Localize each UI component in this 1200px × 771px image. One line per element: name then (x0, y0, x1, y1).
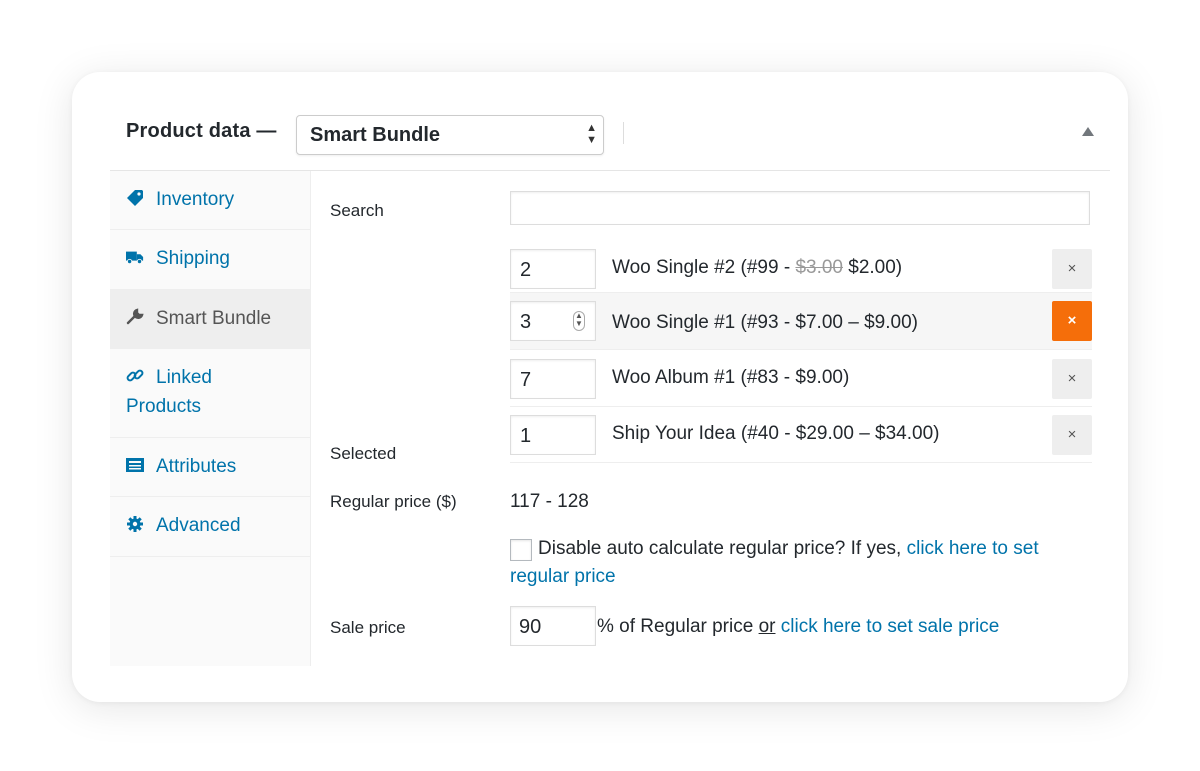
tab-inventory[interactable]: Inventory (110, 171, 310, 230)
tab-linked-products[interactable]: Linked Products (110, 349, 310, 438)
tab-label: Inventory (156, 189, 235, 210)
quantity-input[interactable]: 2 (510, 249, 596, 289)
product-type-select[interactable]: Smart Bundle ▲ ▼ (296, 115, 604, 155)
disable-auto-calc-text: Disable auto calculate regular price? If… (510, 538, 1039, 587)
tab-label: Smart Bundle (156, 308, 272, 329)
list-item: 3 ▲ ▼ Woo Single #1 (#93 - $7.00 – $9.00) … (510, 293, 1092, 349)
remove-item-button[interactable]: × (1052, 359, 1092, 399)
tag-icon (127, 190, 143, 206)
regular-price-label: Regular price ($) (330, 492, 457, 511)
bundle-item-name: Woo Single #1 (#93 - $7.00 – $9.00) (612, 312, 918, 333)
tab-attributes[interactable]: Attributes (110, 438, 310, 497)
quantity-stepper[interactable]: 3 ▲ ▼ (510, 301, 596, 341)
tab-label: Advanced (156, 515, 241, 536)
bundle-item-name: Ship Your Idea (#40 - $29.00 – $34.00) (612, 423, 940, 444)
old-price: $3.00 (795, 257, 843, 278)
list-icon (126, 458, 144, 472)
tab-label: Linked (156, 367, 212, 388)
quantity-input[interactable]: 1 (510, 415, 596, 455)
panel-title: Product data — (126, 120, 277, 142)
row-divider (510, 406, 1092, 407)
tab-label-line2: Products (126, 396, 201, 417)
stepper-arrows-icon[interactable]: ▲ ▼ (573, 311, 585, 331)
bundle-options: Search Selected 2 Woo Single #2 (#99 - $… (330, 171, 1110, 666)
sale-percent-input[interactable]: 90 (510, 606, 596, 646)
tab-shipping[interactable]: Shipping (110, 230, 310, 290)
bundle-item-name: Woo Album #1 (#83 - $9.00) (612, 367, 850, 388)
header-divider (623, 122, 624, 144)
wrench-icon (126, 308, 144, 325)
quantity-input[interactable]: 7 (510, 359, 596, 399)
remove-item-button[interactable]: × (1052, 249, 1092, 289)
panel-header: Product data — Smart Bundle ▲ ▼ (110, 100, 1110, 171)
remove-item-button[interactable]: × (1052, 301, 1092, 341)
selected-label: Selected (330, 444, 397, 463)
search-input[interactable] (510, 191, 1090, 225)
list-item: 7 Woo Album #1 (#83 - $9.00) × (510, 355, 1092, 411)
set-sale-price-link[interactable]: click here to set sale price (781, 616, 1000, 637)
sale-price-text: % of Regular price or click here to set … (597, 616, 1000, 637)
link-icon (126, 369, 144, 382)
regular-price-value: 117 - 128 (510, 491, 589, 512)
gear-icon (127, 516, 143, 532)
truck-icon (126, 251, 144, 265)
product-data-panel: Product data — Smart Bundle ▲ ▼ Inventory… (110, 100, 1110, 666)
select-arrows-icon: ▲ ▼ (586, 122, 597, 146)
tab-label: Shipping (156, 248, 230, 269)
collapse-arrow-icon[interactable] (1082, 127, 1094, 136)
search-label: Search (330, 201, 384, 220)
disable-auto-calc-checkbox[interactable] (510, 539, 532, 561)
bundle-item-name: Woo Single #2 (#99 - $3.00 $2.00) (612, 257, 903, 278)
sale-price-label: Sale price (330, 618, 406, 637)
tab-smart-bundle[interactable]: Smart Bundle (110, 290, 310, 349)
list-item: 1 Ship Your Idea (#40 - $29.00 – $34.00)… (510, 411, 1092, 467)
tab-label: Attributes (156, 456, 237, 477)
product-data-tabs: Inventory Shipping Smart Bundle Linked P… (110, 171, 311, 666)
product-type-value: Smart Bundle (310, 124, 441, 146)
row-divider (510, 462, 1092, 463)
remove-item-button[interactable]: × (1052, 415, 1092, 455)
row-divider (510, 349, 1092, 350)
tab-advanced[interactable]: Advanced (110, 497, 310, 557)
